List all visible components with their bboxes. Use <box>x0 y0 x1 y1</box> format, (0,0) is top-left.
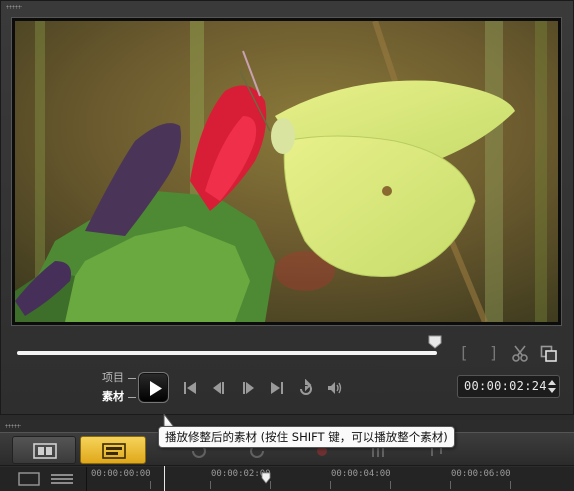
ruler-tick <box>330 481 331 489</box>
scrubber-handle[interactable] <box>428 335 442 349</box>
ruler-tick-label: 00:00:04:00 <box>331 469 391 479</box>
volume-icon[interactable] <box>326 379 344 397</box>
ruler-tick <box>210 481 211 489</box>
filmstrip-icon <box>33 443 57 459</box>
timeline-grip[interactable] <box>5 424 21 428</box>
ruler-tick <box>450 481 451 489</box>
scrubber-track[interactable] <box>17 351 437 355</box>
track-manager-icon[interactable] <box>18 472 40 486</box>
repeat-icon[interactable] <box>297 379 315 397</box>
go-to-end-icon[interactable] <box>268 379 286 397</box>
chevron-down-icon[interactable] <box>548 388 556 393</box>
mark-in-button[interactable]: [ <box>459 345 469 361</box>
ruler-tick-label: 00:00:00:00 <box>91 469 151 479</box>
copy-icon[interactable] <box>540 345 558 363</box>
ruler-tick <box>150 481 151 489</box>
scissors-icon[interactable] <box>511 344 529 362</box>
storyboard-view-button[interactable] <box>12 436 76 464</box>
track-manager-icons[interactable] <box>18 472 76 486</box>
video-preview-image <box>15 21 558 322</box>
play-button[interactable] <box>138 372 169 403</box>
list-icon[interactable] <box>51 474 73 484</box>
ruler-tick-label: 00:00:06:00 <box>451 469 511 479</box>
mode-project-connector <box>128 378 136 379</box>
preview-window <box>11 17 562 326</box>
butterfly-on-flower-image <box>15 21 558 322</box>
mark-out-button[interactable]: ] <box>489 345 499 361</box>
timeline-start-line <box>164 466 165 491</box>
play-icon <box>150 381 162 396</box>
video-editor-window: [ ] 项目 素材 00:00:02:24 00:00:00:00 00:00:… <box>0 0 574 491</box>
ruler-separator <box>86 467 87 491</box>
go-to-start-icon[interactable] <box>181 379 199 397</box>
timecode-display[interactable]: 00:00:02:24 <box>457 375 560 398</box>
player-panel: [ ] 项目 素材 00:00:02:24 <box>0 0 574 415</box>
timeline-view-button[interactable] <box>80 436 146 464</box>
playhead-marker[interactable] <box>261 472 271 484</box>
chevron-up-icon[interactable] <box>548 380 556 385</box>
mode-project-label[interactable]: 项目 <box>84 371 124 384</box>
previous-frame-icon[interactable] <box>210 379 228 397</box>
timecode-value: 00:00:02:24 <box>464 379 547 393</box>
mode-clip-connector <box>128 397 136 398</box>
next-frame-icon[interactable] <box>239 379 257 397</box>
ruler-tick <box>510 481 511 489</box>
mode-clip-label[interactable]: 素材 <box>84 390 124 403</box>
ruler-tick <box>390 481 391 489</box>
play-button-tooltip: 播放修整后的素材 (按住 SHIFT 键，可以播放整个素材) <box>158 426 455 448</box>
timeline-view-icon <box>102 443 126 459</box>
panel-grip[interactable] <box>6 5 22 9</box>
timecode-spinner[interactable] <box>547 378 557 395</box>
